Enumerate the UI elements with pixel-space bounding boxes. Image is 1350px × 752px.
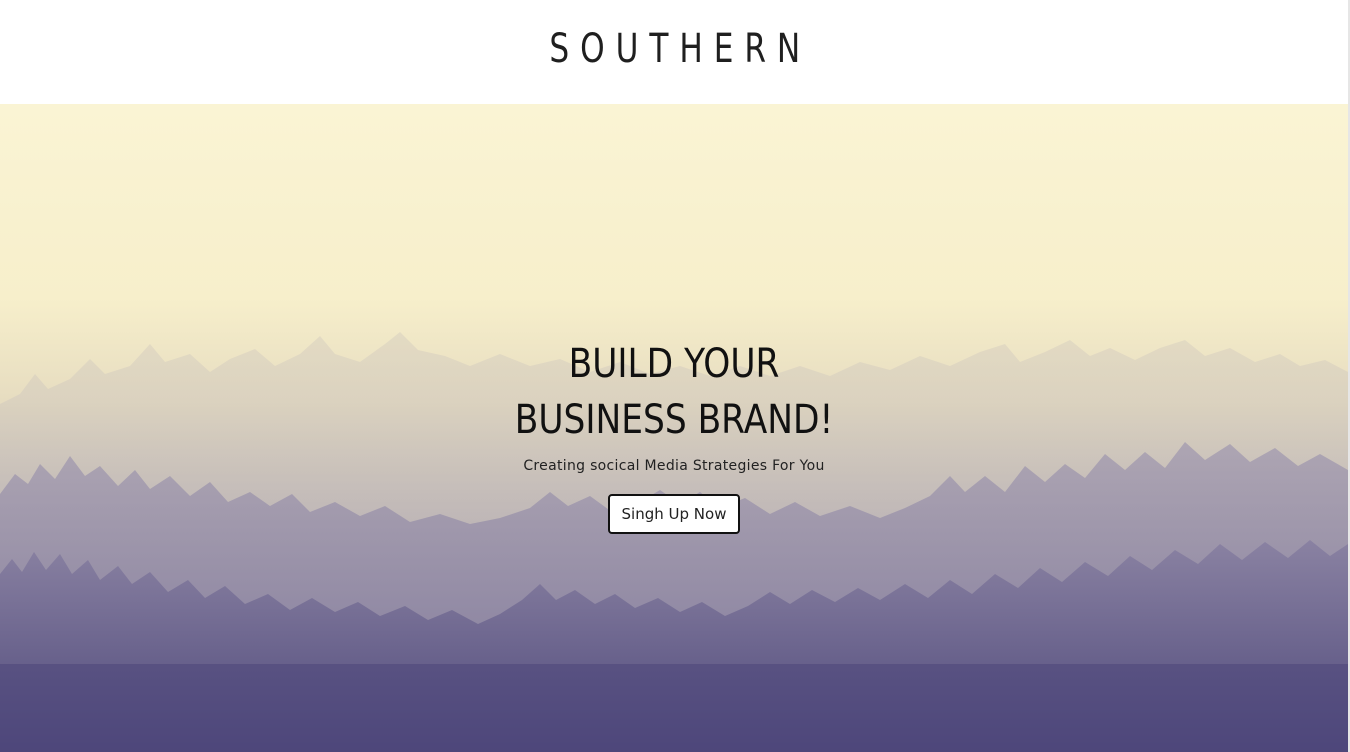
brand-logo[interactable]: SOUTHERN [539, 29, 812, 69]
ground-shade [0, 664, 1348, 752]
site-header: SOUTHERN [0, 0, 1350, 104]
hero-content: BUILD YOUR BUSINESS BRAND! Creating soci… [0, 336, 1348, 534]
signup-button[interactable]: Singh Up Now [607, 494, 741, 534]
hero-section: BUILD YOUR BUSINESS BRAND! Creating soci… [0, 104, 1348, 752]
hero-subtitle: Creating socical Media Strategies For Yo… [523, 458, 825, 474]
hero-title: BUILD YOUR BUSINESS BRAND! [514, 341, 834, 443]
